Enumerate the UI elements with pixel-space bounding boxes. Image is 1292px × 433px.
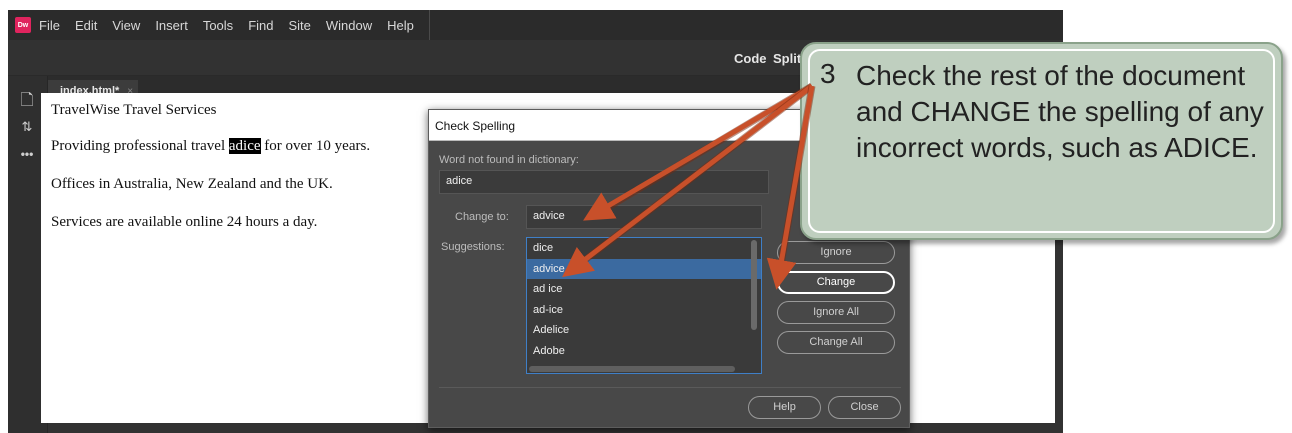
- doc-text: for over 10 years.: [260, 138, 371, 154]
- menu-edit[interactable]: Edit: [75, 18, 97, 33]
- doc-paragraph-3: Services are available online 24 hours a…: [51, 214, 318, 230]
- menu-help[interactable]: Help: [387, 18, 414, 33]
- menu-divider: [428, 10, 430, 40]
- not-found-word-field: adice: [439, 170, 769, 194]
- suggestion-item[interactable]: ad ice: [527, 279, 761, 300]
- callout-box: 3 Check the rest of the document and CHA…: [800, 42, 1283, 240]
- suggestion-item[interactable]: Adobe: [527, 341, 761, 362]
- vertical-scrollbar[interactable]: [751, 240, 757, 330]
- sort-icon[interactable]: ⇅: [16, 116, 38, 138]
- change-to-label: Change to:: [455, 211, 509, 223]
- split-view-button[interactable]: Split: [773, 51, 801, 66]
- callout-text: Check the rest of the document and CHANG…: [856, 60, 1264, 163]
- menu-site[interactable]: Site: [288, 18, 310, 33]
- change-to-input[interactable]: advice: [526, 205, 762, 229]
- close-button[interactable]: Close: [828, 396, 901, 419]
- horizontal-scrollbar[interactable]: [529, 366, 735, 372]
- instruction-callout: 3 Check the rest of the document and CHA…: [800, 42, 1283, 240]
- menu-view[interactable]: View: [112, 18, 140, 33]
- suggestions-label: Suggestions:: [441, 241, 505, 253]
- dialog-separator: [439, 387, 901, 388]
- more-icon[interactable]: •••: [16, 143, 38, 165]
- dreamweaver-logo-icon: Dw: [15, 17, 31, 33]
- not-found-label: Word not found in dictionary:: [439, 154, 579, 166]
- file-icon[interactable]: 🗋: [16, 90, 38, 112]
- help-button[interactable]: Help: [748, 396, 821, 419]
- menu-tools[interactable]: Tools: [203, 18, 233, 33]
- doc-text: Providing professional travel: [51, 138, 229, 154]
- code-view-button[interactable]: Code: [734, 51, 767, 66]
- change-all-button[interactable]: Change All: [777, 331, 895, 354]
- suggestion-item-selected[interactable]: advice: [527, 258, 761, 279]
- suggestions-list[interactable]: dice advice ad ice ad-ice Adelice Adobe: [526, 237, 762, 374]
- doc-heading: TravelWise Travel Services: [51, 102, 217, 118]
- menu-find[interactable]: Find: [248, 18, 273, 33]
- ignore-button[interactable]: Ignore: [777, 241, 895, 264]
- change-button[interactable]: Change: [777, 271, 895, 294]
- menu-window[interactable]: Window: [326, 18, 372, 33]
- suggestion-item[interactable]: ad-ice: [527, 300, 761, 321]
- menu-bar: Dw File Edit View Insert Tools Find Site…: [8, 10, 1063, 40]
- ignore-all-button[interactable]: Ignore All: [777, 301, 895, 324]
- suggestion-item[interactable]: Adelice: [527, 320, 761, 341]
- suggestion-item[interactable]: dice: [527, 238, 761, 259]
- menu-file[interactable]: File: [39, 18, 60, 33]
- doc-paragraph-1: Providing professional travel adice for …: [51, 138, 370, 155]
- doc-paragraph-2: Offices in Australia, New Zealand and th…: [51, 176, 333, 192]
- menu-insert[interactable]: Insert: [155, 18, 188, 33]
- misspelled-word: adice: [228, 138, 261, 154]
- step-number: 3: [820, 58, 836, 89]
